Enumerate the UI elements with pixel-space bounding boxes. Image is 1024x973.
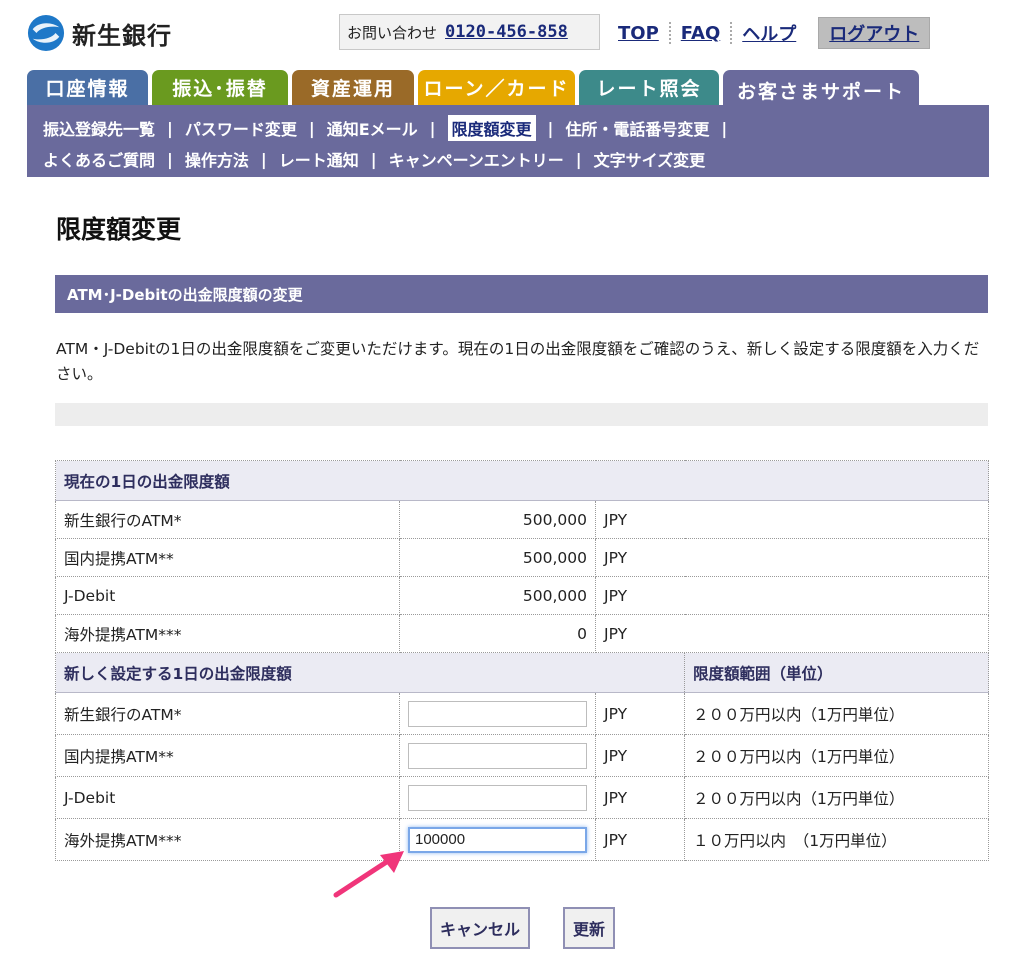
subnav-faq[interactable]: よくあるご質問 xyxy=(43,147,155,171)
annotation-arrow-icon xyxy=(333,851,404,898)
subnav-address-phone-change[interactable]: 住所・電話番号変更 xyxy=(565,116,709,140)
subnav-notification-email[interactable]: 通知Eメール xyxy=(327,116,418,140)
current-limits-title: 現在の1日の出金限度額 xyxy=(54,460,990,501)
row-label: 国内提携ATM** xyxy=(55,734,400,777)
subnav-divider: | xyxy=(575,149,582,169)
table-row: 海外提携ATM*** 0 JPY xyxy=(55,614,990,653)
subnav-payee-list[interactable]: 振込登録先一覧 xyxy=(43,116,155,140)
table-row: J-Debit 500,000 JPY xyxy=(55,576,990,615)
row-label: J-Debit xyxy=(55,776,400,819)
row-label: 新生銀行のATM* xyxy=(55,692,400,735)
subnav-row: よくあるご質問 | 操作方法 | レート通知 | キャンペーンエントリー | 文… xyxy=(43,146,705,172)
top-navigation: TOP FAQ ヘルプ ログアウト xyxy=(608,17,931,49)
tab-customer-support[interactable]: お客さまサポート xyxy=(723,70,919,110)
cancel-button[interactable]: キャンセル xyxy=(430,907,530,949)
faq-link[interactable]: FAQ xyxy=(671,23,730,44)
currency-label: JPY xyxy=(594,576,990,615)
top-link[interactable]: TOP xyxy=(608,23,669,44)
input-cell xyxy=(399,818,596,861)
brand-name: 新生銀行 xyxy=(72,21,172,50)
subnav-limit-change[interactable]: 限度額変更 xyxy=(447,115,536,141)
subnav-rate-alert[interactable]: レート通知 xyxy=(279,147,359,171)
tab-account-info[interactable]: 口座情報 xyxy=(27,70,148,105)
currency-label: JPY xyxy=(594,614,990,653)
input-cell xyxy=(399,692,596,735)
limit-range: ２００万円以内（1万円単位） xyxy=(683,692,990,735)
currency-label: JPY xyxy=(595,818,685,861)
logout-button[interactable]: ログアウト xyxy=(818,17,931,49)
page-title: 限度額変更 xyxy=(56,215,182,244)
contact-box: お問い合わせ 0120-456-858 xyxy=(339,14,600,50)
currency-label: JPY xyxy=(594,500,990,539)
subnav-divider: | xyxy=(167,118,173,138)
subnav-divider: | xyxy=(370,149,377,169)
subnav-password-change[interactable]: パスワード変更 xyxy=(185,116,297,140)
tab-transfer[interactable]: 振込･振替 xyxy=(152,70,288,105)
table-row: 新生銀行のATM* JPY ２００万円以内（1万円単位） xyxy=(55,692,990,735)
currency-label: JPY xyxy=(595,692,685,735)
current-amount: 500,000 xyxy=(399,538,596,577)
table-row: J-Debit JPY ２００万円以内（1万円単位） xyxy=(55,776,990,819)
limit-range: １０万円以内 （1万円単位） xyxy=(683,818,990,861)
row-label: 新生銀行のATM* xyxy=(55,500,400,539)
subnav-row: 振込登録先一覧 | パスワード変更 | 通知Eメール | 限度額変更 | 住所・… xyxy=(43,115,739,141)
row-label: 海外提携ATM*** xyxy=(55,614,400,653)
subnav-divider: | xyxy=(429,118,436,138)
page-description: ATM・J-Debitの1日の出金限度額をご変更いただけます。現在の1日の出金限… xyxy=(56,340,980,383)
main-tabs: 口座情報 振込･振替 資産運用 ローン／カード レート照会 お客さまサポート xyxy=(27,70,923,110)
domestic-atm-limit-input[interactable] xyxy=(408,742,587,769)
currency-label: JPY xyxy=(595,734,685,777)
subnav-divider: | xyxy=(547,118,554,138)
update-button[interactable]: 更新 xyxy=(563,907,615,949)
table-row: 新生銀行のATM* 500,000 JPY xyxy=(55,500,990,539)
input-cell xyxy=(399,776,596,819)
subnav-divider: | xyxy=(308,118,315,138)
current-amount: 0 xyxy=(399,614,596,653)
range-header: 限度額範囲（単位） xyxy=(683,652,990,693)
tab-loan-card[interactable]: ローン／カード xyxy=(418,70,575,105)
shinsei-logo-icon xyxy=(27,14,65,52)
shinsei-atm-limit-input[interactable] xyxy=(408,700,587,727)
subnav-campaign-entry[interactable]: キャンペーンエントリー xyxy=(389,147,564,171)
brand-logo[interactable]: 新生銀行 xyxy=(27,14,172,52)
row-label: J-Debit xyxy=(55,576,400,615)
sub-navigation: 振込登録先一覧 | パスワード変更 | 通知Eメール | 限度額変更 | 住所・… xyxy=(27,105,989,177)
current-amount: 500,000 xyxy=(399,500,596,539)
new-limits-title: 新しく設定する1日の出金限度額 xyxy=(55,652,685,693)
limit-range: ２００万円以内（1万円単位） xyxy=(683,734,990,777)
current-amount: 500,000 xyxy=(399,576,596,615)
subnav-divider: | xyxy=(260,149,267,169)
table-row: 国内提携ATM** JPY ２００万円以内（1万円単位） xyxy=(55,734,990,777)
tab-rate-inquiry[interactable]: レート照会 xyxy=(579,70,719,105)
section-header: ATM･J-Debitの出金限度額の変更 xyxy=(55,275,988,313)
help-link[interactable]: ヘルプ xyxy=(732,20,806,46)
contact-phone-link[interactable]: 0120-456-858 xyxy=(445,22,568,42)
jdebit-limit-input[interactable] xyxy=(408,784,587,811)
divider-bar xyxy=(55,403,988,426)
new-limits-header: 新しく設定する1日の出金限度額 限度額範囲（単位） xyxy=(55,652,990,693)
subnav-divider: | xyxy=(167,149,173,169)
limit-range: ２００万円以内（1万円単位） xyxy=(683,776,990,819)
contact-label: お問い合わせ xyxy=(347,23,438,42)
currency-label: JPY xyxy=(595,776,685,819)
current-limits-header: 現在の1日の出金限度額 xyxy=(54,460,990,501)
overseas-atm-limit-input[interactable] xyxy=(408,826,587,853)
table-row: 国内提携ATM** 500,000 JPY xyxy=(55,538,990,577)
tab-investment[interactable]: 資産運用 xyxy=(292,70,414,105)
table-row: 海外提携ATM*** JPY １０万円以内 （1万円単位） xyxy=(55,818,990,861)
subnav-how-to[interactable]: 操作方法 xyxy=(185,147,249,171)
limits-table: 現在の1日の出金限度額 新生銀行のATM* 500,000 JPY 国内提携AT… xyxy=(54,460,990,861)
subnav-font-size[interactable]: 文字サイズ変更 xyxy=(594,147,706,171)
subnav-divider: | xyxy=(721,118,728,138)
input-cell xyxy=(399,734,596,777)
row-label: 国内提携ATM** xyxy=(55,538,400,577)
currency-label: JPY xyxy=(594,538,990,577)
